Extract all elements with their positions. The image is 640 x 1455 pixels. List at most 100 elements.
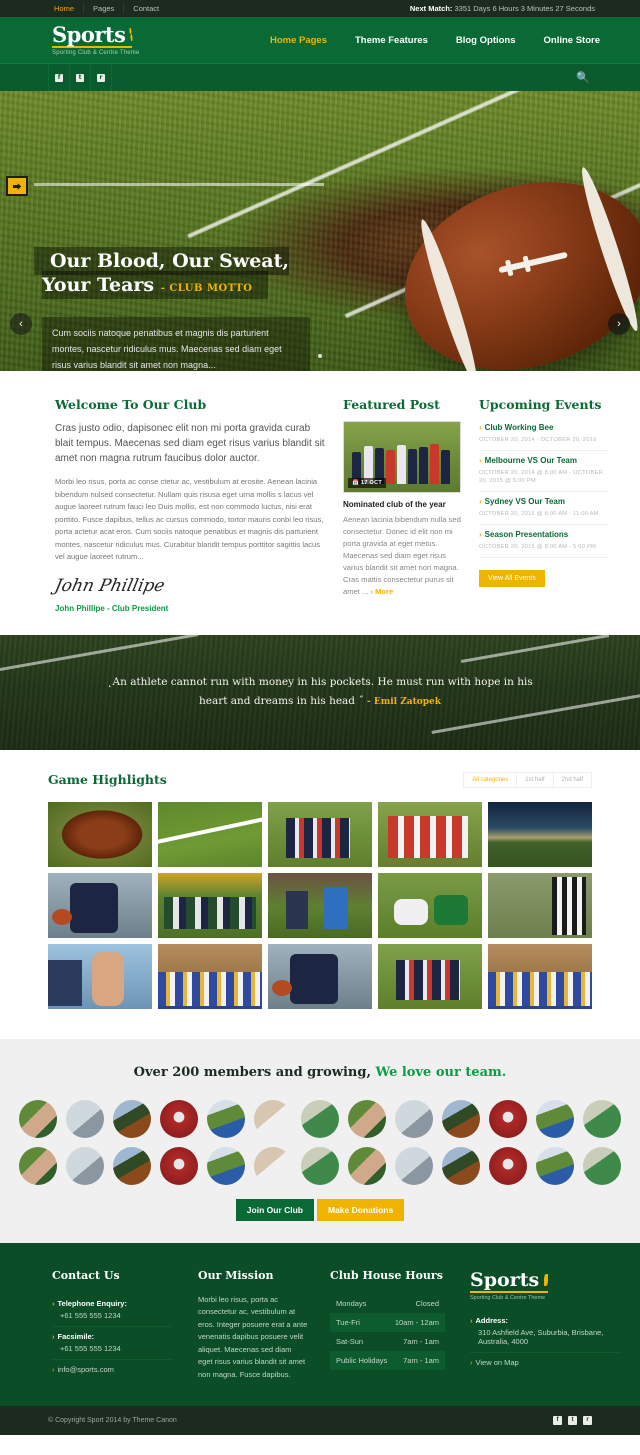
address-label-text: Address:	[475, 1315, 509, 1325]
filter-all-categories[interactable]: All categories	[463, 771, 518, 788]
featured-more-link[interactable]: › More	[370, 587, 393, 596]
avatar[interactable]	[442, 1099, 480, 1138]
rss-icon[interactable]: r	[90, 64, 112, 91]
chevron-right-icon: ›	[479, 530, 482, 539]
avatar[interactable]	[66, 1146, 104, 1185]
event-title: › Melbourne VS Our Team	[479, 456, 609, 465]
avatar[interactable]	[207, 1099, 245, 1138]
top-nav-pages[interactable]: Pages	[83, 3, 123, 14]
gallery-tile[interactable]	[48, 943, 152, 1009]
avatar[interactable]	[19, 1146, 57, 1185]
top-nav-home[interactable]: Home	[45, 4, 83, 14]
avatar[interactable]	[348, 1146, 386, 1185]
welcome-lead: Cras justo odio, dapisonec elit non mi p…	[55, 423, 325, 464]
facebook-icon[interactable]: f	[553, 1416, 562, 1425]
gallery-tile[interactable]	[488, 872, 592, 938]
avatar[interactable]	[19, 1099, 57, 1138]
event-item[interactable]: › Club Working Bee OCTOBER 20, 2014 - OCT…	[479, 421, 609, 451]
avatar[interactable]	[254, 1146, 292, 1185]
gallery-tile[interactable]	[158, 872, 262, 938]
featured-post-title[interactable]: Nominated club of the year	[343, 500, 461, 509]
nav-theme-features[interactable]: Theme Features	[355, 35, 428, 46]
nav-blog-options[interactable]: Blog Options	[456, 35, 516, 46]
gallery-tile[interactable]	[268, 943, 372, 1009]
filter-2nd-half[interactable]: 2nd half	[552, 771, 592, 788]
footer-email-item[interactable]: › info@sports.com	[52, 1360, 172, 1380]
avatar[interactable]	[536, 1146, 574, 1185]
hours-row: Public Holidays 7am - 1am	[330, 1350, 445, 1370]
avatar[interactable]	[395, 1146, 433, 1185]
president-caption: John Phillipe - Club President	[55, 603, 169, 613]
twitter-icon[interactable]: t	[69, 64, 91, 91]
event-date: OCTOBER 20, 2014 - OCTOBER 20, 2016	[479, 437, 597, 443]
featured-post-image[interactable]: 📅 17 OCT	[343, 421, 461, 493]
avatar[interactable]	[442, 1146, 480, 1185]
gallery-tile[interactable]	[158, 943, 262, 1009]
event-item[interactable]: › Melbourne VS Our Team OCTOBER 20, 2014 …	[479, 451, 609, 492]
contact-label: › Telephone Enquiry:	[52, 1299, 172, 1308]
nav-online-store[interactable]: Online Store	[544, 35, 600, 46]
avatar[interactable]	[583, 1146, 621, 1185]
avatar[interactable]	[207, 1146, 245, 1185]
contact-label: › Facsimile:	[52, 1332, 172, 1341]
gallery-tile[interactable]	[268, 872, 372, 938]
field-line-decor	[0, 634, 199, 676]
gallery-tile[interactable]	[268, 801, 372, 867]
avatar[interactable]	[583, 1099, 621, 1138]
make-donations-button[interactable]: Make Donations	[317, 1198, 405, 1221]
upcoming-events-column: Upcoming Events › Club Working Bee OCTOBE…	[479, 397, 609, 613]
gallery-tile[interactable]	[48, 801, 152, 867]
search-icon[interactable]: 🔍	[576, 71, 590, 84]
event-item[interactable]: › Sydney VS Our Team OCTOBER 20, 2015 @ 8…	[479, 492, 609, 525]
slider-pagination-dots[interactable]	[318, 349, 322, 361]
event-item[interactable]: › Season Presentations OCTOBER 20, 2015 @…	[479, 525, 609, 558]
avatar[interactable]	[66, 1099, 104, 1138]
join-our-club-button[interactable]: Join Our Club	[235, 1198, 314, 1221]
footer-contact-item: › Telephone Enquiry: +61 555 555 1234	[52, 1294, 172, 1327]
avatar[interactable]	[489, 1099, 527, 1138]
highlights-filter-group: All categories 1st half 2nd half	[463, 771, 592, 788]
footer-logo[interactable]: Sports Sporting Club & Centre Theme	[470, 1269, 620, 1301]
filter-1st-half[interactable]: 1st half	[516, 771, 554, 788]
welcome-column: Welcome To Our Club Cras justo odio, dap…	[53, 397, 327, 613]
avatar[interactable]	[301, 1146, 339, 1185]
slider-skip-button[interactable]: ⮕	[6, 176, 28, 196]
avatar[interactable]	[348, 1099, 386, 1138]
twitter-icon[interactable]: t	[568, 1416, 577, 1425]
top-nav-contact[interactable]: Contact	[123, 3, 168, 14]
facebook-icon[interactable]: f	[48, 64, 70, 91]
footer-map-link[interactable]: › View on Map	[470, 1353, 620, 1373]
slider-progress-bar[interactable]	[34, 183, 324, 186]
view-all-events-button[interactable]: View All Events	[479, 570, 545, 587]
avatar[interactable]	[160, 1146, 198, 1185]
gallery-tile[interactable]	[488, 943, 592, 1009]
contact-label-text: Telephone Enquiry:	[57, 1298, 127, 1308]
gallery-tile[interactable]	[48, 872, 152, 938]
gallery-tile[interactable]	[158, 801, 262, 867]
social-icon-group: f t r	[48, 64, 112, 91]
avatar[interactable]	[536, 1099, 574, 1138]
avatar[interactable]	[160, 1099, 198, 1138]
next-match-value: 3351 Days 6 Hours 3 Minutes 27 Seconds	[454, 4, 596, 13]
nav-home-pages[interactable]: Home Pages	[270, 35, 327, 46]
slider-next-arrow-icon[interactable]: ›	[608, 313, 630, 335]
event-title: › Sydney VS Our Team	[479, 497, 609, 506]
hero-motto: - CLUB MOTTO	[160, 283, 253, 294]
featured-heading: Featured Post	[343, 397, 440, 412]
gallery-tile[interactable]	[378, 872, 482, 938]
avatar[interactable]	[301, 1099, 339, 1138]
gallery-tile[interactable]	[488, 801, 592, 867]
site-logo[interactable]: Sports Sporting Club & Centre Theme	[52, 24, 140, 56]
slider-prev-arrow-icon[interactable]: ‹	[10, 313, 32, 335]
featured-post-excerpt: Aenean lacinia bibendum nulla sed consec…	[343, 515, 461, 596]
avatar[interactable]	[395, 1099, 433, 1138]
gallery-tile[interactable]	[378, 943, 482, 1009]
avatar[interactable]	[254, 1099, 292, 1138]
rss-icon[interactable]: r	[583, 1416, 592, 1425]
welcome-heading: Welcome To Our Club	[55, 397, 207, 412]
avatar[interactable]	[113, 1146, 151, 1185]
avatar[interactable]	[113, 1099, 151, 1138]
avatar[interactable]	[489, 1146, 527, 1185]
gallery-tile[interactable]	[378, 801, 482, 867]
logo-text: Sports	[52, 22, 126, 47]
